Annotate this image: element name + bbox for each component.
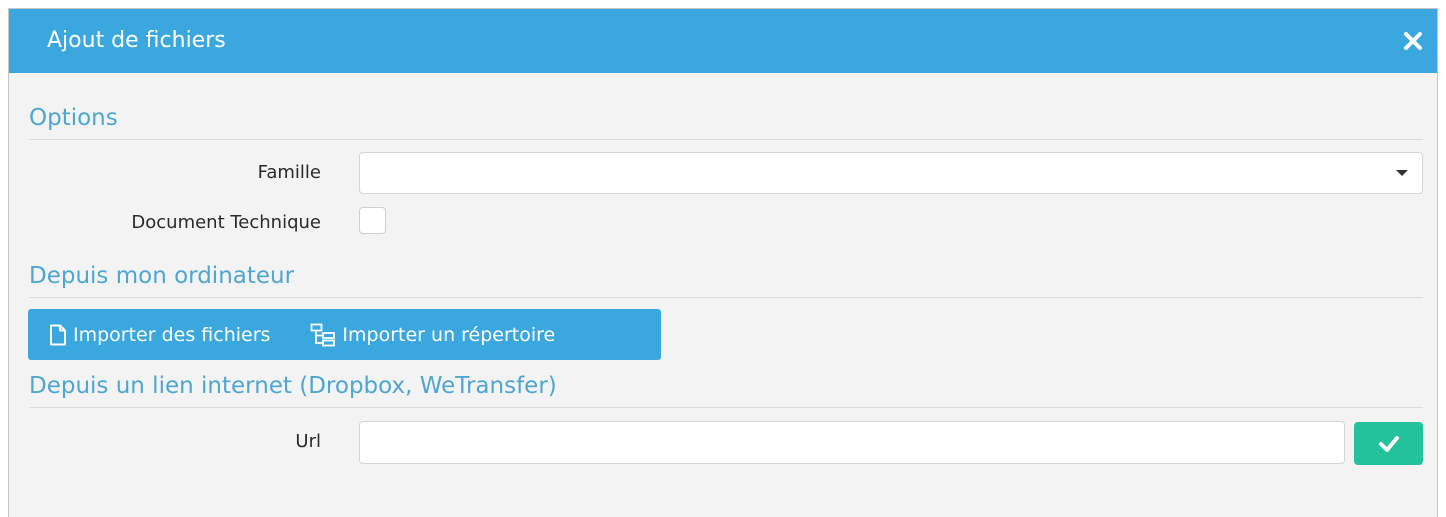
url-label: Url <box>295 431 321 452</box>
section-divider <box>29 407 1423 408</box>
add-files-dialog: Ajout de fichiers Options Famille Docume… <box>8 8 1438 517</box>
url-input[interactable] <box>359 421 1345 464</box>
import-folder-label: Importer un répertoire <box>342 323 556 346</box>
section-divider <box>29 139 1423 140</box>
import-files-button[interactable]: Importer des fichiers <box>49 309 270 360</box>
famille-select[interactable] <box>359 152 1423 194</box>
confirm-url-button[interactable] <box>1354 422 1423 465</box>
section-link-heading: Depuis un lien internet (Dropbox, WeTran… <box>29 373 557 399</box>
close-icon <box>1404 32 1422 50</box>
chevron-down-icon <box>1396 170 1408 176</box>
document-technique-label: Document Technique <box>131 212 321 233</box>
famille-label: Famille <box>257 162 321 183</box>
import-files-label: Importer des fichiers <box>73 323 271 346</box>
import-folder-button[interactable]: Importer un répertoire <box>310 309 555 360</box>
file-icon <box>50 324 66 345</box>
document-technique-checkbox[interactable] <box>359 207 386 234</box>
folder-tree-icon <box>311 323 336 346</box>
dialog-title: Ajout de fichiers <box>47 28 226 53</box>
section-options-heading: Options <box>29 105 118 131</box>
dialog-header: Ajout de fichiers <box>9 9 1437 73</box>
check-icon <box>1378 435 1399 452</box>
section-divider <box>29 297 1423 298</box>
section-computer-heading: Depuis mon ordinateur <box>29 263 295 289</box>
close-button[interactable] <box>1399 27 1427 55</box>
import-button-group: Importer des fichiers Importer un répert… <box>28 309 661 360</box>
